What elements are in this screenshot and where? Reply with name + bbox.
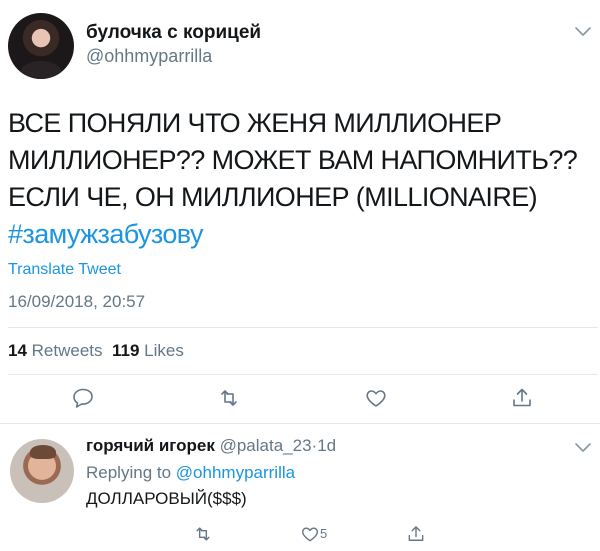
author-display-name[interactable]: булочка с корицей [86, 22, 261, 44]
author-handle[interactable]: @ohhmyparrilla [86, 46, 212, 67]
reply-author-name[interactable]: горячий игорек [86, 436, 215, 455]
reply-icon[interactable] [71, 386, 95, 410]
share-icon[interactable] [406, 524, 426, 544]
likes-count[interactable]: 119 [112, 341, 139, 360]
reply-author-handle[interactable]: @palata_23 [220, 436, 312, 455]
replying-to-mention[interactable]: @ohhmyparrilla [176, 463, 295, 482]
reply-time[interactable]: 1d [317, 436, 336, 455]
hashtag-link[interactable]: #замужзабузову [8, 216, 593, 253]
tweet-stats: 14 Retweets 119 Likes [8, 341, 184, 361]
tweet-timestamp[interactable]: 16/09/2018, 20:57 [8, 292, 145, 312]
share-icon[interactable] [510, 386, 534, 410]
heart-icon[interactable] [364, 386, 388, 410]
tweet-text-line: ВСЕ ПОНЯЛИ ЧТО ЖЕНЯ МИЛЛИОНЕР [8, 108, 502, 138]
replying-to: Replying to @ohhmyparrilla [86, 463, 295, 483]
divider [0, 423, 600, 424]
reply-tweet[interactable]: горячий игорек @palata_23·1d Replying to… [0, 425, 600, 551]
reply-like-count: 5 [320, 526, 328, 541]
retweets-count[interactable]: 14 [8, 341, 27, 360]
tweet-text: ВСЕ ПОНЯЛИ ЧТО ЖЕНЯ МИЛЛИОНЕР МИЛЛИОНЕР?… [8, 105, 593, 253]
retweet-icon[interactable] [193, 524, 213, 544]
tweet-header: булочка с корицей @ohhmyparrilla [0, 0, 600, 90]
chevron-down-icon[interactable] [574, 26, 592, 38]
tweet-text-line: МИЛЛИОНЕР?? МОЖЕТ ВАМ НАПОМНИТЬ?? [8, 145, 578, 175]
heart-icon[interactable] [300, 524, 320, 544]
translate-tweet-link[interactable]: Translate Tweet [8, 261, 121, 279]
reply-header: горячий игорек @palata_23·1d [86, 436, 336, 456]
reply-author-avatar[interactable] [10, 439, 74, 503]
likes-label[interactable]: Likes [144, 341, 184, 360]
replying-prefix: Replying to [86, 463, 172, 482]
author-avatar[interactable] [8, 13, 74, 79]
chevron-down-icon[interactable] [574, 442, 592, 454]
retweets-label[interactable]: Retweets [32, 341, 103, 360]
divider [8, 374, 598, 375]
retweet-icon[interactable] [217, 386, 241, 410]
divider [8, 327, 598, 328]
reply-text: ДОЛЛАРОВЫЙ($$$) [86, 489, 247, 508]
tweet-text-line: ЕСЛИ ЧЕ, ОН МИЛЛИОНЕР (MILLIONAIRE) [8, 182, 538, 212]
